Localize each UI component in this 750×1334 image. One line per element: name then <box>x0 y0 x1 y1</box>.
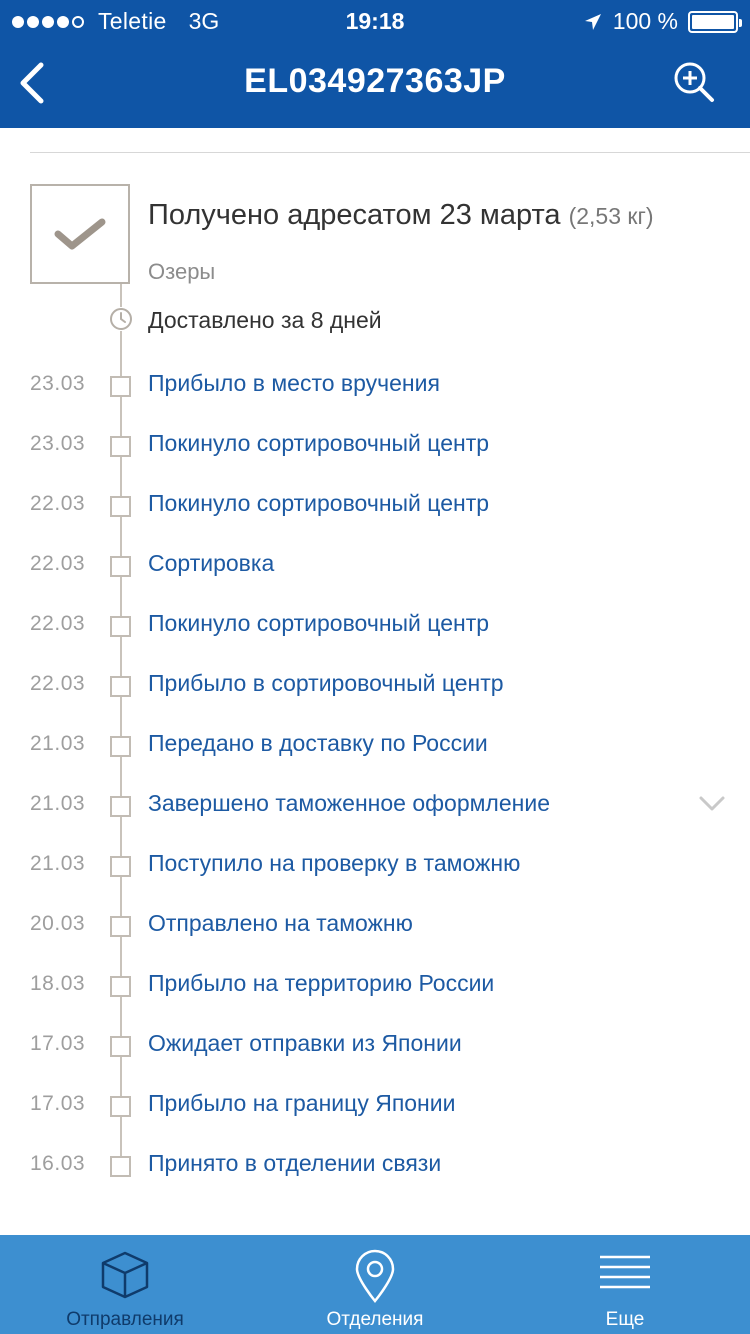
list-item[interactable]: 22.03 Сортировка <box>0 550 750 592</box>
location-arrow-icon <box>584 13 601 30</box>
event-label: Прибыло на границу Японии <box>148 1090 456 1116</box>
zoom-in-icon <box>674 62 714 102</box>
event-label: Поступило на проверку в таможню <box>148 850 521 876</box>
box-icon <box>101 1251 149 1299</box>
tab-label: Еще <box>605 1309 645 1330</box>
list-item[interactable]: 23.03 Покинуло сортировочный центр <box>0 430 750 472</box>
list-item[interactable]: 23.03 Прибыло в место вручения <box>0 370 750 412</box>
event-label: Покинуло сортировочный центр <box>148 430 490 456</box>
checkmark-icon <box>54 218 106 250</box>
event-date: 16.03 <box>30 1152 86 1175</box>
list-item[interactable]: 21.03 Завершено таможенное оформление <box>0 790 750 832</box>
event-date: 21.03 <box>30 852 86 875</box>
delivery-status-title: Получено адресатом 23 марта (2,53 кг) <box>148 199 654 232</box>
event-date: 21.03 <box>30 792 86 815</box>
tab-label: Отделения <box>326 1309 424 1330</box>
event-label: Покинуло сортировочный центр <box>148 490 490 516</box>
event-date: 22.03 <box>30 552 86 575</box>
list-item[interactable]: 17.03 Ожидает отправки из Японии <box>0 1030 750 1072</box>
status-bar: Teletie 3G 19:18 100 % <box>0 0 750 40</box>
zoom-button[interactable] <box>672 60 716 104</box>
event-date: 22.03 <box>30 612 86 635</box>
battery-percent: 100 % <box>612 8 678 34</box>
event-marker <box>110 1096 131 1117</box>
event-marker <box>110 1156 131 1177</box>
event-marker <box>110 496 131 517</box>
event-date: 23.03 <box>30 432 86 455</box>
event-label: Передано в доставку по России <box>148 730 488 756</box>
event-date: 17.03 <box>30 1092 86 1115</box>
event-label: Завершено таможенное оформление <box>148 790 550 816</box>
parcel-weight: (2,53 кг) <box>568 203 654 229</box>
event-label: Прибыло в место вручения <box>148 370 440 396</box>
event-label: Ожидает отправки из Японии <box>148 1030 462 1056</box>
event-date: 22.03 <box>30 672 86 695</box>
event-label: Прибыло на территорию России <box>148 970 495 996</box>
list-item[interactable]: 22.03 Покинуло сортировочный центр <box>0 610 750 652</box>
tab-label: Отправления <box>66 1309 184 1330</box>
event-label: Отправлено на таможню <box>148 910 413 936</box>
status-right: 100 % <box>583 8 742 35</box>
event-date: 18.03 <box>30 972 86 995</box>
menu-icon <box>600 1255 650 1289</box>
event-marker <box>110 376 131 397</box>
list-item[interactable]: 17.03 Прибыло на границу Японии <box>0 1090 750 1132</box>
delivery-status-text: Получено адресатом 23 марта <box>148 199 561 231</box>
event-date: 17.03 <box>30 1032 86 1055</box>
list-item[interactable]: 16.03 Принято в отделении связи <box>0 1150 750 1192</box>
event-label: Покинуло сортировочный центр <box>148 610 490 636</box>
delivered-status-box <box>30 184 130 284</box>
event-marker <box>110 736 131 757</box>
event-marker <box>110 436 131 457</box>
event-marker <box>110 616 131 637</box>
location-pin-icon <box>355 1249 395 1303</box>
tab-offices[interactable]: Отделения <box>250 1235 500 1334</box>
event-label: Прибыло в сортировочный центр <box>148 670 504 696</box>
tab-shipments[interactable]: Отправления <box>0 1235 250 1334</box>
event-date: 21.03 <box>30 732 86 755</box>
event-marker <box>110 796 131 817</box>
battery-icon <box>688 10 742 33</box>
event-marker <box>110 556 131 577</box>
event-date: 23.03 <box>30 372 86 395</box>
clock-icon <box>109 307 133 331</box>
tab-bar: Отправления Отделения Еще <box>0 1235 750 1334</box>
event-marker <box>110 1036 131 1057</box>
event-date: 22.03 <box>30 492 86 515</box>
list-item[interactable]: 18.03 Прибыло на территорию России <box>0 970 750 1012</box>
event-label: Сортировка <box>148 550 275 576</box>
event-marker <box>110 856 131 877</box>
event-marker <box>110 676 131 697</box>
app-header: Teletie 3G 19:18 100 % EL034927363JP <box>0 0 750 128</box>
page-title: EL034927363JP <box>244 62 506 100</box>
event-date: 20.03 <box>30 912 86 935</box>
divider <box>30 152 750 153</box>
list-item[interactable]: 21.03 Поступило на проверку в таможню <box>0 850 750 892</box>
tab-more[interactable]: Еще <box>500 1235 750 1334</box>
list-item[interactable]: 20.03 Отправлено на таможню <box>0 910 750 952</box>
event-label: Принято в отделении связи <box>148 1150 442 1176</box>
event-marker <box>110 976 131 997</box>
chevron-down-icon[interactable] <box>698 794 726 814</box>
list-item[interactable]: 21.03 Передано в доставку по России <box>0 730 750 772</box>
delivery-duration: Доставлено за 8 дней <box>148 307 382 333</box>
event-marker <box>110 916 131 937</box>
list-item[interactable]: 22.03 Покинуло сортировочный центр <box>0 490 750 532</box>
delivery-city: Озеры <box>148 259 216 284</box>
list-item[interactable]: 22.03 Прибыло в сортировочный центр <box>0 670 750 712</box>
